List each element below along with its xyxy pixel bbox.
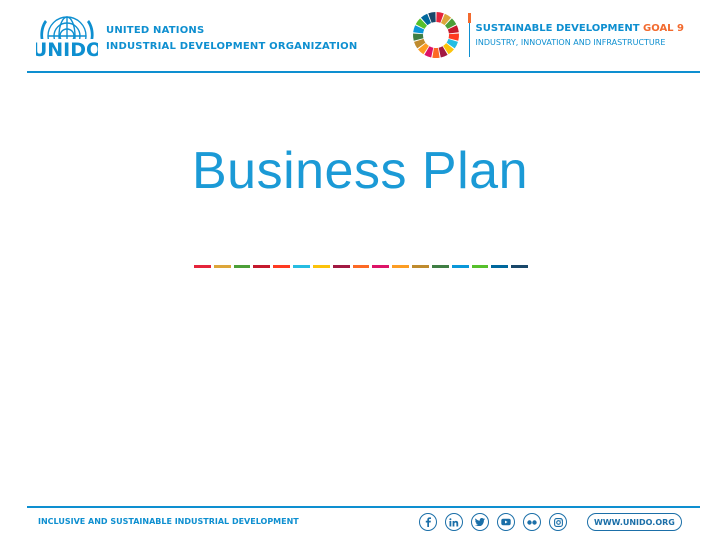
sdg-color-dash (332, 265, 350, 268)
sdg-color-dash (273, 265, 291, 268)
youtube-icon[interactable] (497, 513, 515, 531)
sdg-goal-number: GOAL 9 (643, 22, 684, 34)
sdg-goal-logo[interactable]: SUSTAINABLE DEVELOPMENT GOAL 9 INDUSTRY,… (411, 10, 684, 60)
sdg-color-dash (213, 265, 231, 268)
website-link[interactable]: WWW.UNIDO.ORG (587, 513, 682, 531)
sdg-color-dash (412, 265, 429, 268)
sdg-color-dash (253, 265, 271, 268)
slide: UNIDO UNITED NATIONS INDUSTRIAL DEVELOPM… (0, 0, 720, 540)
sdg-color-dash (372, 265, 390, 268)
sdg-subtitle: INDUSTRY, INNOVATION AND INFRASTRUCTURE (475, 37, 666, 47)
un-emblem-icon: UNIDO (32, 12, 102, 66)
unido-logo[interactable]: UNIDO UNITED NATIONS INDUSTRIAL DEVELOPM… (32, 12, 358, 66)
footer-tagline: INCLUSIVE AND SUSTAINABLE INDUSTRIAL DEV… (38, 517, 299, 526)
sdg-separator (467, 13, 471, 57)
sdg-color-dash (491, 265, 509, 268)
twitter-icon[interactable] (471, 513, 489, 531)
social-links (419, 513, 567, 531)
sdg-color-dash (194, 265, 211, 268)
linkedin-icon[interactable] (445, 513, 463, 531)
sdg-color-dash (392, 265, 410, 268)
sdg-color-dash (511, 265, 529, 268)
unido-logo-lettering: UNIDO (36, 39, 98, 61)
footer-divider (27, 506, 700, 508)
instagram-icon[interactable] (549, 513, 567, 531)
sdg-color-dash (352, 265, 370, 268)
sdg-color-dash (312, 265, 330, 268)
org-name-line2: INDUSTRIAL DEVELOPMENT ORGANIZATION (106, 41, 358, 52)
flickr-icon[interactable] (523, 513, 541, 531)
sdg-color-dash (431, 265, 449, 268)
sdg-title-main: SUSTAINABLE DEVELOPMENT (475, 22, 643, 34)
sdg-color-dash (451, 265, 469, 268)
sdg-color-dash (233, 265, 251, 268)
sdg-color-dash (471, 265, 489, 268)
sdg-color-divider (194, 265, 529, 268)
sdg-title: SUSTAINABLE DEVELOPMENT GOAL 9 (476, 23, 684, 34)
slide-title[interactable]: Business Plan (0, 141, 720, 201)
org-name-line1: UNITED NATIONS (106, 24, 205, 36)
sdg-wheel-icon (411, 10, 461, 60)
sdg-wheel-segment (431, 47, 440, 59)
facebook-icon[interactable] (419, 513, 437, 531)
sdg-color-dash (293, 265, 310, 268)
header-divider (27, 71, 700, 73)
